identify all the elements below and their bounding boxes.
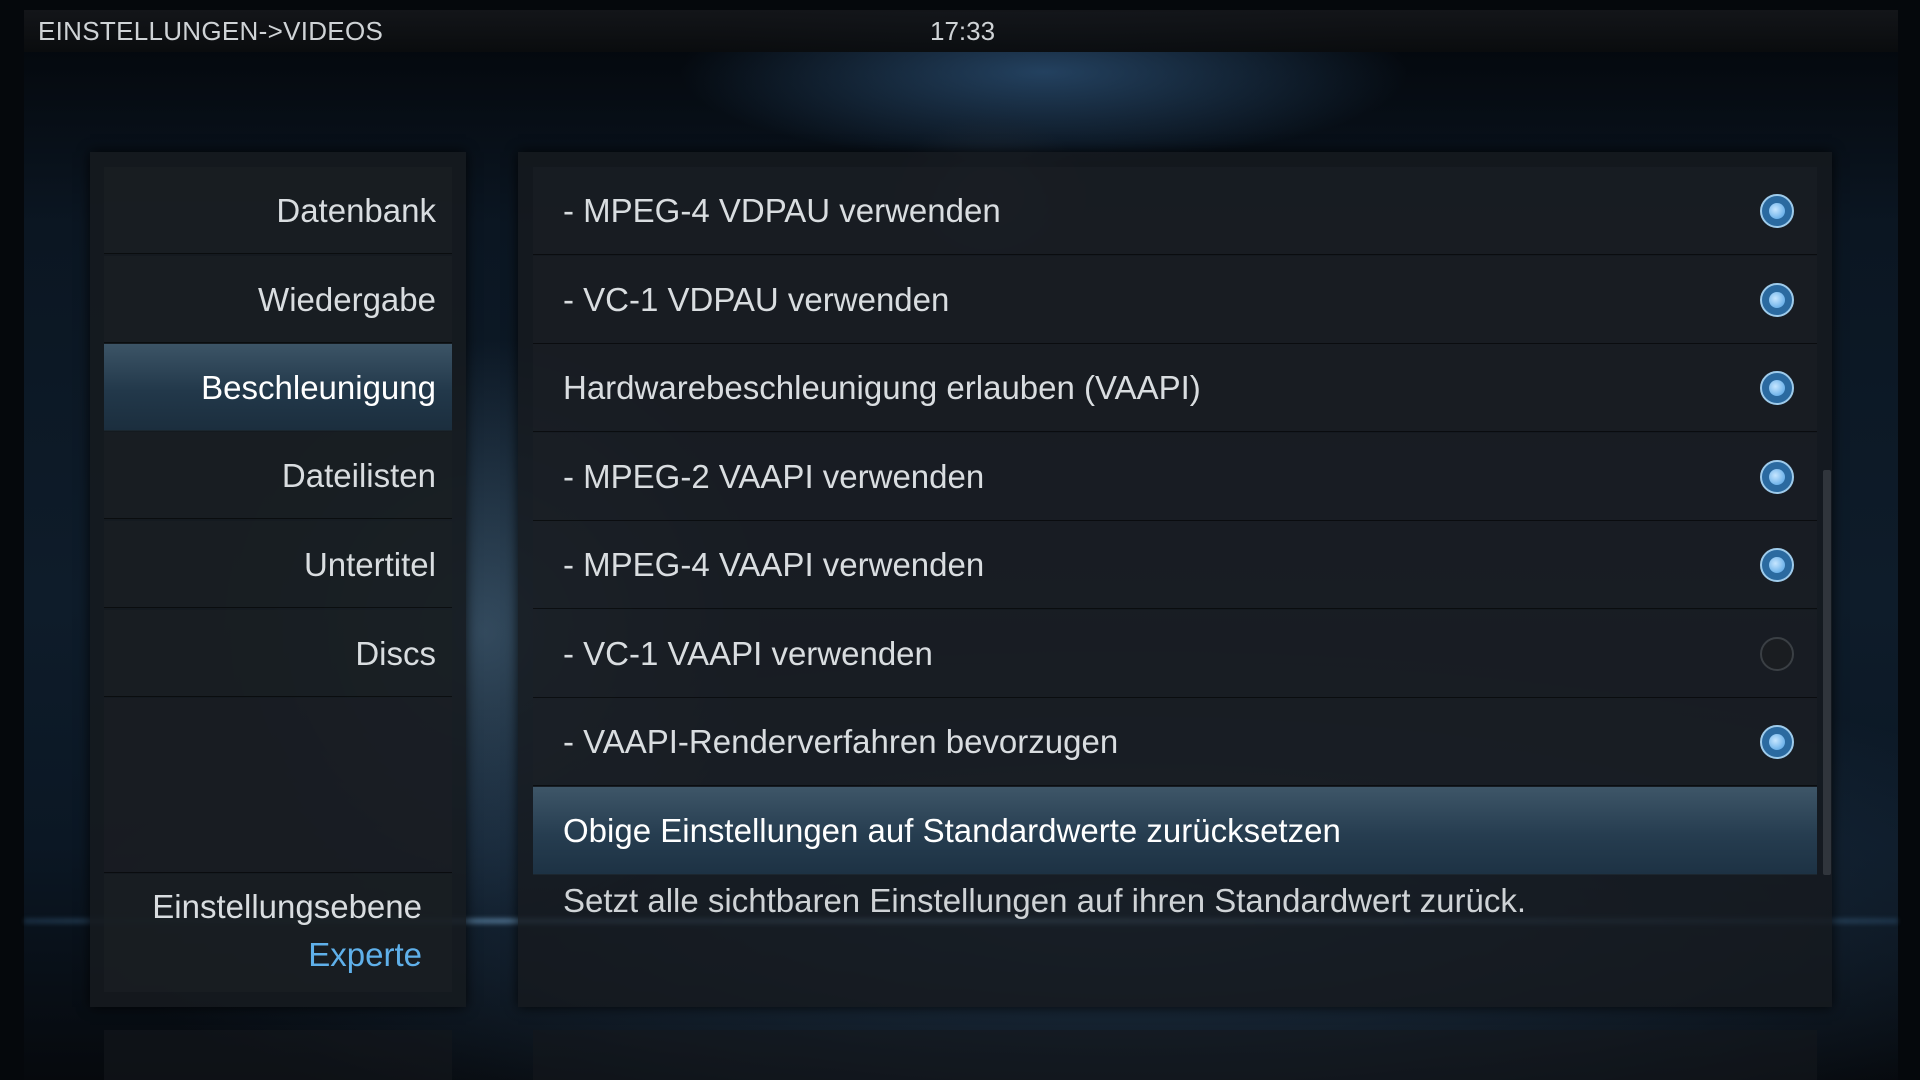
setting-description: Setzt alle sichtbaren Einstellungen auf …: [563, 882, 1527, 919]
bottom-reflection-left: [104, 1030, 452, 1080]
settings-level-button[interactable]: Einstellungsebene Experte: [104, 874, 452, 992]
radio-on-icon[interactable]: [1760, 548, 1794, 582]
setting-label: - MPEG-4 VDPAU verwenden: [563, 192, 1001, 229]
radio-on-icon[interactable]: [1760, 283, 1794, 317]
bottom-reflection-right: [533, 1030, 1817, 1080]
clock: 17:33: [930, 16, 996, 46]
radio-on-icon[interactable]: [1760, 725, 1794, 759]
sidebar-item-label: Wiedergabe: [258, 281, 436, 318]
setting-row-vaapi-allow[interactable]: Hardwarebeschleunigung erlauben (VAAPI): [533, 344, 1817, 432]
settings-scrollbar[interactable]: [1823, 470, 1831, 875]
setting-row-vc1-vdpau[interactable]: - VC-1 VDPAU verwenden: [533, 256, 1817, 344]
setting-row-vaapi-render[interactable]: - VAAPI-Renderverfahren bevorzugen: [533, 698, 1817, 786]
sidebar-item-label: Untertitel: [303, 546, 436, 583]
sidebar-item-dateilisten[interactable]: Dateilisten: [104, 432, 452, 519]
sidebar-item-label: Datenbank: [276, 192, 436, 229]
sidebar-item-label: Dateilisten: [281, 457, 436, 494]
top-bar: EINSTELLUNGEN->VIDEOS 17:33: [24, 10, 1898, 52]
setting-label: - VC-1 VDPAU verwenden: [563, 281, 950, 318]
radio-on-icon[interactable]: [1760, 460, 1794, 494]
reset-defaults-label: Obige Einstellungen auf Standardwerte zu…: [563, 812, 1341, 849]
sidebar-item-wiedergabe[interactable]: Wiedergabe: [104, 256, 452, 343]
setting-label: - VC-1 VAAPI verwenden: [563, 635, 933, 672]
sidebar-item-untertitel[interactable]: Untertitel: [104, 521, 452, 608]
sidebar-item-label: Discs: [355, 635, 436, 672]
settings-level-value: Experte: [308, 936, 422, 973]
sidebar-item-discs[interactable]: Discs: [104, 610, 452, 697]
reset-defaults-button[interactable]: Obige Einstellungen auf Standardwerte zu…: [533, 787, 1817, 875]
sidebar-item-label: Beschleunigung: [201, 369, 436, 406]
setting-row-mpeg4-vdpau[interactable]: - MPEG-4 VDPAU verwenden: [533, 167, 1817, 255]
setting-label: - VAAPI-Renderverfahren bevorzugen: [563, 723, 1119, 760]
radio-on-icon[interactable]: [1760, 371, 1794, 405]
setting-row-mpeg4-vaapi[interactable]: - MPEG-4 VAAPI verwenden: [533, 521, 1817, 609]
settings-level-label: Einstellungsebene: [152, 888, 422, 925]
sidebar-item-datenbank[interactable]: Datenbank: [104, 167, 452, 254]
radio-on-icon[interactable]: [1760, 194, 1794, 228]
radio-off-icon[interactable]: [1760, 637, 1794, 671]
sidebar-spacer: [104, 698, 452, 873]
setting-label: Hardwarebeschleunigung erlauben (VAAPI): [563, 369, 1201, 406]
setting-label: - MPEG-2 VAAPI verwenden: [563, 458, 985, 495]
setting-row-vc1-vaapi[interactable]: - VC-1 VAAPI verwenden: [533, 610, 1817, 698]
sidebar-item-beschleunigung[interactable]: Beschleunigung: [104, 344, 452, 431]
breadcrumb: EINSTELLUNGEN->VIDEOS: [38, 16, 384, 46]
setting-row-mpeg2-vaapi[interactable]: - MPEG-2 VAAPI verwenden: [533, 433, 1817, 521]
setting-label: - MPEG-4 VAAPI verwenden: [563, 546, 985, 583]
